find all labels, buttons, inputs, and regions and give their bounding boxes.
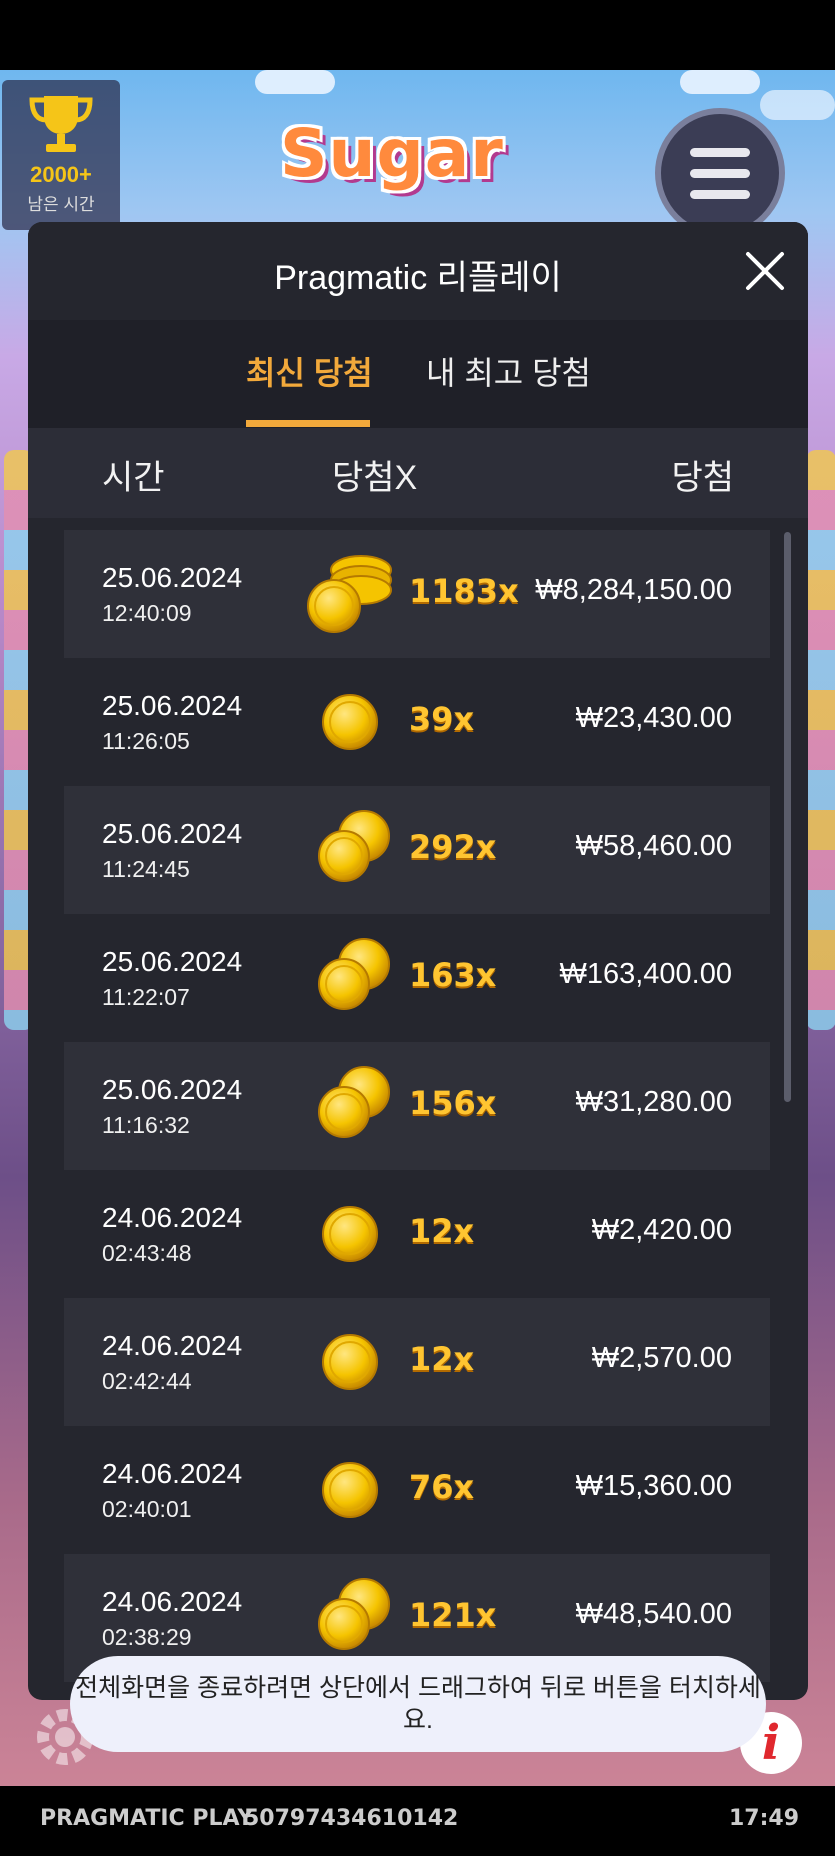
row-date: 24.06.2024 — [102, 1586, 243, 1617]
tab-latest-wins[interactable]: 최신 당첨 — [246, 348, 373, 394]
column-header-multiplier: 당첨X — [332, 459, 418, 497]
game-logo: Sugar — [280, 115, 504, 192]
win-row[interactable]: 25.06.2024 11:24:45 292x ₩58,460.00 — [64, 786, 770, 914]
double-coin-icon — [314, 936, 394, 1021]
win-row[interactable]: 25.06.2024 11:22:07 163x ₩163,400.00 — [64, 914, 770, 1042]
row-time: 12:40:09 — [102, 600, 192, 626]
stack-icon — [306, 548, 396, 643]
hamburger-line — [690, 168, 750, 178]
row-multiplier: 1183x — [409, 572, 519, 610]
wins-list: 25.06.2024 12:40:09 1183x ₩8,284,150.00 25.0… — [64, 530, 770, 1682]
tournament-widget[interactable]: 2000+ 남은 시간 — [2, 80, 120, 230]
row-win-amount: ₩58,460.00 — [575, 830, 732, 862]
row-multiplier: 39x — [409, 700, 475, 738]
row-win-amount: ₩23,430.00 — [575, 702, 732, 734]
single-coin-icon — [320, 692, 380, 757]
row-time: 11:22:07 — [102, 984, 190, 1010]
win-row[interactable]: 25.06.2024 11:26:05 39x ₩23,430.00 — [64, 658, 770, 786]
row-win-amount: ₩163,400.00 — [559, 958, 732, 990]
row-time: 02:43:48 — [102, 1240, 192, 1266]
table-header: 시간 당첨X 당첨 — [28, 428, 808, 518]
double-coin-icon — [314, 1576, 394, 1661]
row-date: 24.06.2024 — [102, 1458, 243, 1489]
scrollbar[interactable] — [784, 532, 791, 1102]
single-coin-icon — [320, 1332, 380, 1397]
trophy-label: 남은 시간 — [27, 195, 95, 214]
reel-candy-column — [806, 450, 835, 1030]
status-bar — [0, 0, 835, 70]
fullscreen-toast: 전체화면을 종료하려면 상단에서 드래그하여 뒤로 버튼을 터치하세요. — [70, 1656, 766, 1752]
column-header-time: 시간 — [102, 459, 165, 497]
modal-header: Pragmatic 리플레이 — [28, 222, 808, 320]
win-row[interactable]: 24.06.2024 02:40:01 76x ₩15,360.00 — [64, 1426, 770, 1554]
menu-button[interactable] — [655, 108, 785, 238]
trophy-value: 2000+ — [30, 162, 92, 187]
row-time: 02:40:01 — [102, 1496, 192, 1522]
close-icon[interactable] — [742, 248, 788, 294]
footer-clock: 17:49 — [728, 1806, 799, 1831]
footer-brand: PRAGMATIC PLAY — [40, 1806, 254, 1831]
row-multiplier: 292x — [409, 828, 497, 866]
row-multiplier: 12x — [409, 1212, 475, 1250]
row-win-amount: ₩8,284,150.00 — [535, 574, 732, 606]
active-tab-indicator — [246, 420, 370, 427]
row-win-amount: ₩2,420.00 — [591, 1214, 732, 1246]
row-win-amount: ₩31,280.00 — [575, 1086, 732, 1118]
tab-bar: 최신 당첨 내 최고 당첨 — [28, 320, 808, 428]
row-multiplier: 76x — [409, 1468, 475, 1506]
row-win-amount: ₩48,540.00 — [575, 1598, 732, 1630]
hamburger-line — [690, 147, 750, 157]
double-coin-icon — [314, 1064, 394, 1149]
cloud — [255, 70, 335, 94]
row-time: 11:16:32 — [102, 1112, 190, 1138]
row-time: 11:26:05 — [102, 728, 190, 754]
cloud — [760, 90, 835, 120]
single-coin-icon — [320, 1460, 380, 1525]
row-time: 11:24:45 — [102, 856, 190, 882]
row-date: 24.06.2024 — [102, 1330, 243, 1361]
cloud — [680, 70, 760, 94]
row-time: 02:38:29 — [102, 1624, 192, 1650]
row-win-amount: ₩2,570.00 — [591, 1342, 732, 1374]
row-multiplier: 156x — [409, 1084, 497, 1122]
row-date: 25.06.2024 — [102, 1074, 243, 1105]
row-multiplier: 12x — [409, 1340, 475, 1378]
replay-modal: Pragmatic 리플레이 최신 당첨 내 최고 당첨 시간 당첨X 당첨 2… — [28, 222, 808, 1700]
double-coin-icon — [314, 808, 394, 893]
row-date: 25.06.2024 — [102, 690, 243, 721]
row-win-amount: ₩15,360.00 — [575, 1470, 732, 1502]
row-multiplier: 121x — [409, 1596, 497, 1634]
win-row[interactable]: 24.06.2024 02:43:48 12x ₩2,420.00 — [64, 1170, 770, 1298]
win-row[interactable]: 25.06.2024 12:40:09 1183x ₩8,284,150.00 — [64, 530, 770, 658]
row-time: 02:42:44 — [102, 1368, 192, 1394]
win-row[interactable]: 24.06.2024 02:42:44 12x ₩2,570.00 — [64, 1298, 770, 1426]
row-date: 25.06.2024 — [102, 818, 243, 849]
single-coin-icon — [320, 1204, 380, 1269]
row-date: 25.06.2024 — [102, 946, 243, 977]
modal-title: Pragmatic 리플레이 — [274, 259, 562, 297]
footer-session-id: 50797434610142 — [244, 1806, 459, 1831]
row-multiplier: 163x — [409, 956, 497, 994]
column-header-win: 당첨 — [671, 459, 734, 497]
tab-my-best-wins[interactable]: 내 최고 당첨 — [426, 348, 591, 394]
row-date: 24.06.2024 — [102, 1202, 243, 1233]
hamburger-line — [690, 189, 750, 199]
win-row[interactable]: 25.06.2024 11:16:32 156x ₩31,280.00 — [64, 1042, 770, 1170]
trophy-icon — [29, 96, 93, 152]
row-date: 25.06.2024 — [102, 562, 243, 593]
